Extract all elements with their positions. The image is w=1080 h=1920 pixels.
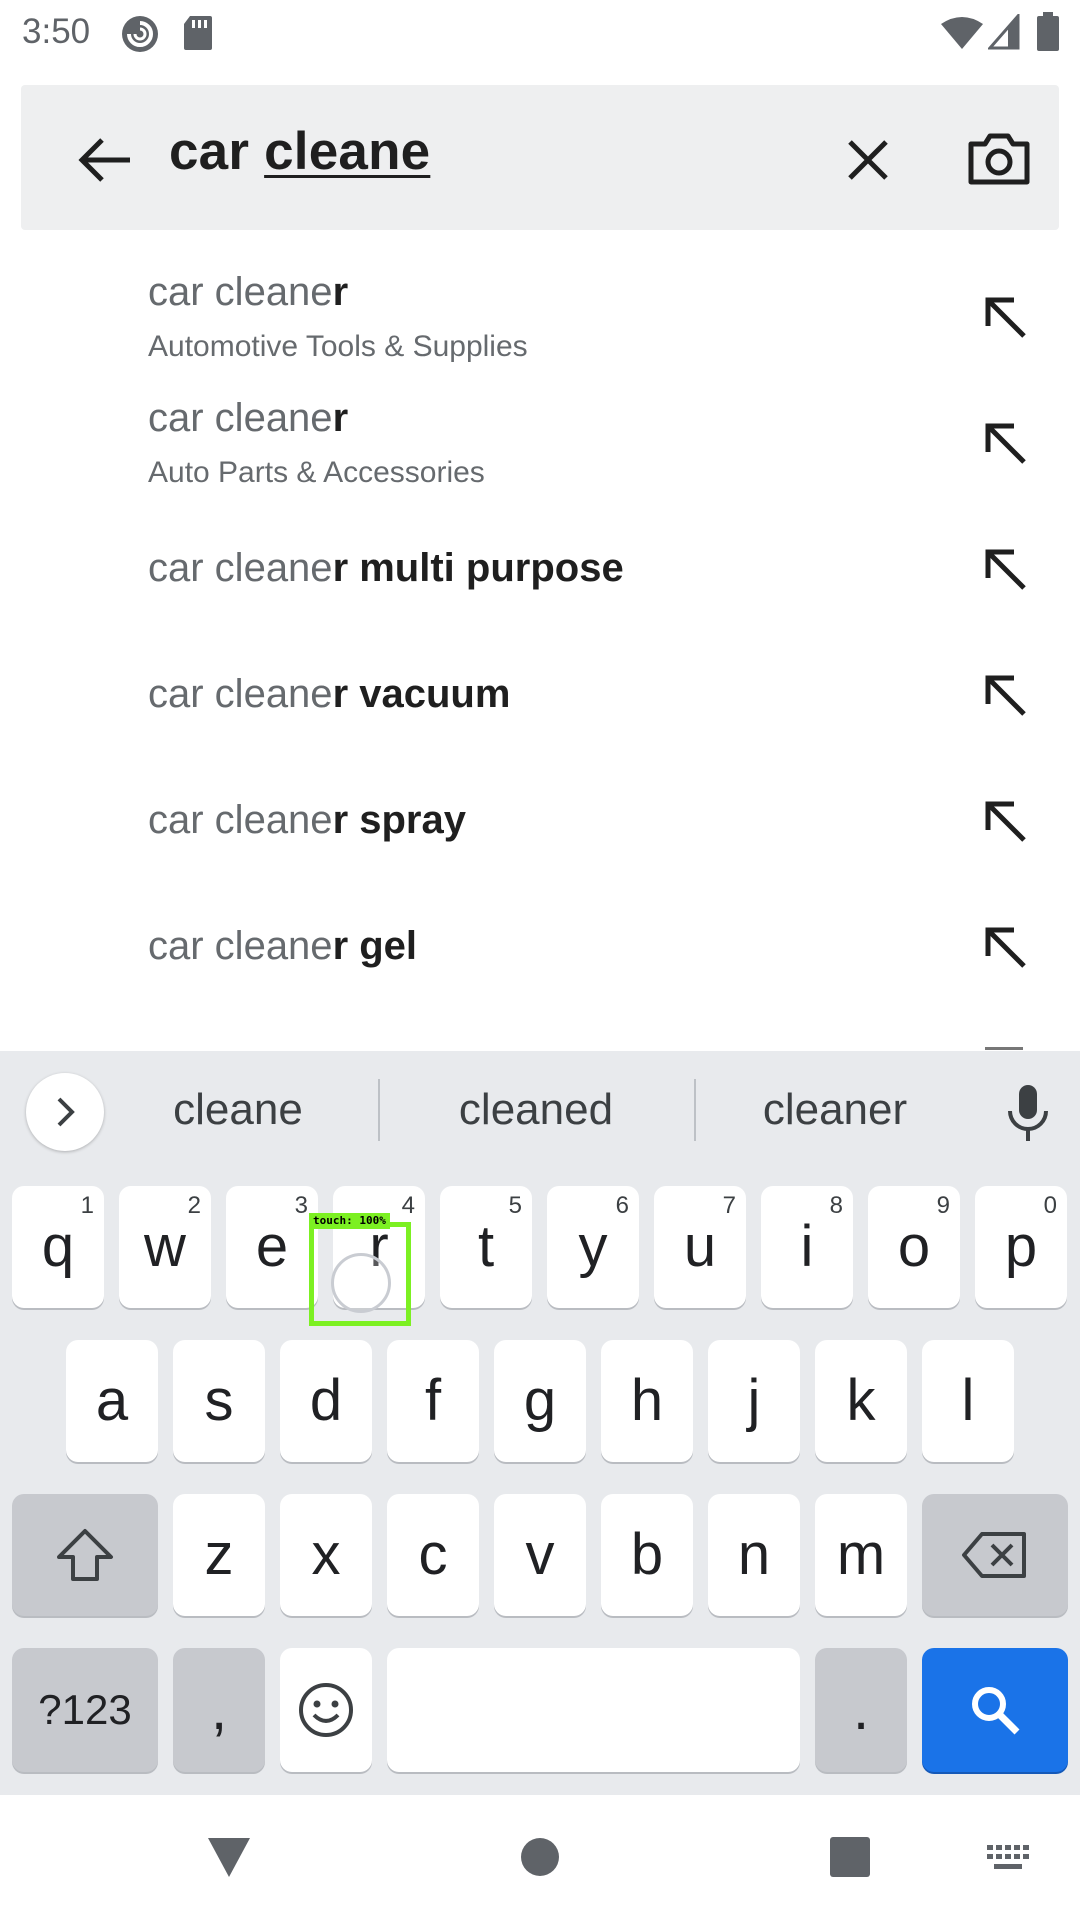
fill-query-arrow-icon[interactable] xyxy=(980,292,1032,344)
keyboard-suggestion-strip: cleane cleaned cleaner xyxy=(0,1051,1080,1171)
clear-icon xyxy=(848,140,888,180)
recents-nav-icon[interactable] xyxy=(830,1837,870,1877)
key-h[interactable]: h xyxy=(601,1340,693,1462)
fill-query-arrow-icon[interactable] xyxy=(980,544,1032,596)
search-input[interactable]: car cleane xyxy=(169,121,430,182)
key-g[interactable]: g xyxy=(494,1340,586,1462)
camera-icon xyxy=(968,133,1030,185)
key-b[interactable]: b xyxy=(601,1494,693,1616)
microphone-icon[interactable] xyxy=(1000,1083,1056,1143)
suggestion-text: car cleaner spray xyxy=(148,798,466,842)
key-j[interactable]: j xyxy=(708,1340,800,1462)
key-m[interactable]: m xyxy=(815,1494,907,1616)
strip-divider xyxy=(694,1079,696,1141)
suggestion-text: car cleaner multi purpose xyxy=(148,546,624,590)
shift-icon xyxy=(57,1529,113,1581)
key-d[interactable]: d xyxy=(280,1340,372,1462)
symbols-key[interactable]: ?123 xyxy=(12,1648,158,1772)
pocket-casts-icon xyxy=(122,16,158,52)
key-t[interactable]: 5t xyxy=(440,1186,532,1308)
key-k[interactable]: k xyxy=(815,1340,907,1462)
emoji-key[interactable] xyxy=(280,1648,372,1772)
search-query-prefix: car xyxy=(169,122,265,181)
shift-key[interactable] xyxy=(12,1494,158,1616)
key-e[interactable]: 3e xyxy=(226,1186,318,1308)
suggestion-item[interactable]: car cleaner multi purpose xyxy=(0,502,1080,628)
fill-query-arrow-icon[interactable] xyxy=(980,796,1032,848)
suggestion-text: car cleaner xyxy=(148,270,349,314)
fill-query-arrow-icon[interactable] xyxy=(980,670,1032,722)
key-i[interactable]: 8i xyxy=(761,1186,853,1308)
touch-label: touch: 100% xyxy=(309,1213,390,1229)
key-l[interactable]: l xyxy=(922,1340,1014,1462)
status-time: 3:50 xyxy=(22,12,91,51)
key-n[interactable]: n xyxy=(708,1494,800,1616)
period-key[interactable]: . xyxy=(815,1648,907,1772)
key-p[interactable]: 0p xyxy=(975,1186,1067,1308)
key-a[interactable]: a xyxy=(66,1340,158,1462)
suggestion-text: car cleaner xyxy=(148,396,349,440)
wifi-icon xyxy=(941,17,983,49)
search-query-composing: cleane xyxy=(264,122,431,181)
camera-search-button[interactable] xyxy=(959,121,1039,197)
suggestion-item[interactable]: car cleaner Auto Parts & Accessories xyxy=(0,376,1080,502)
suggestion-item[interactable]: car cleaner vacuum xyxy=(0,628,1080,754)
keyboard-switch-icon[interactable] xyxy=(986,1843,1030,1873)
expand-toolbar-button[interactable] xyxy=(26,1073,104,1151)
key-v[interactable]: v xyxy=(494,1494,586,1616)
suggestion-word-3[interactable]: cleaner xyxy=(730,1085,940,1135)
key-x[interactable]: x xyxy=(280,1494,372,1616)
navigation-bar xyxy=(0,1795,1080,1920)
suggestion-category: Automotive Tools & Supplies xyxy=(148,330,528,363)
key-c[interactable]: c xyxy=(387,1494,479,1616)
suggestion-text: car cleaner gel xyxy=(148,924,418,968)
suggestion-item[interactable]: car cleaner spray xyxy=(0,754,1080,880)
search-action-key[interactable] xyxy=(922,1648,1068,1772)
key-z[interactable]: z xyxy=(173,1494,265,1616)
sd-card-icon xyxy=(184,16,212,50)
key-w[interactable]: 2w xyxy=(119,1186,211,1308)
clipped-arrow-fragment xyxy=(985,1047,1023,1050)
emoji-icon xyxy=(299,1683,353,1737)
suggestion-word-2[interactable]: cleaned xyxy=(426,1085,646,1135)
key-y[interactable]: 6y xyxy=(547,1186,639,1308)
suggestion-list: car cleaner Automotive Tools & Supplies … xyxy=(0,250,1080,1050)
chevron-right-icon xyxy=(57,1097,75,1127)
touch-highlight-box xyxy=(309,1222,411,1326)
suggestion-item[interactable]: car cleaner Automotive Tools & Supplies xyxy=(0,250,1080,376)
back-nav-icon[interactable] xyxy=(206,1835,252,1879)
search-bar: car cleane xyxy=(21,85,1059,230)
suggestion-word-1[interactable]: cleane xyxy=(138,1085,338,1135)
space-bar[interactable] xyxy=(387,1648,800,1772)
backspace-icon xyxy=(962,1532,1026,1578)
fill-query-arrow-icon[interactable] xyxy=(980,418,1032,470)
key-q[interactable]: 1q xyxy=(12,1186,104,1308)
comma-key[interactable]: , xyxy=(173,1648,265,1772)
back-arrow-icon xyxy=(78,138,130,182)
suggestion-text: car cleaner vacuum xyxy=(148,672,511,716)
suggestion-category: Auto Parts & Accessories xyxy=(148,456,485,489)
backspace-key[interactable] xyxy=(922,1494,1068,1616)
cell-signal-icon xyxy=(988,14,1020,50)
key-s[interactable]: s xyxy=(173,1340,265,1462)
clear-search-button[interactable] xyxy=(833,125,903,195)
battery-icon xyxy=(1037,12,1059,51)
key-f[interactable]: f xyxy=(387,1340,479,1462)
search-icon xyxy=(972,1687,1020,1735)
key-o[interactable]: 9o xyxy=(868,1186,960,1308)
suggestion-item[interactable]: car cleaner gel xyxy=(0,880,1080,1006)
screen: 3:50 car cleane car cleaner Automotive T… xyxy=(0,0,1080,1920)
key-u[interactable]: 7u xyxy=(654,1186,746,1308)
back-button[interactable] xyxy=(69,125,139,195)
fill-query-arrow-icon[interactable] xyxy=(980,922,1032,974)
strip-divider xyxy=(378,1079,380,1141)
status-bar: 3:50 xyxy=(0,0,1080,64)
home-nav-icon[interactable] xyxy=(520,1837,560,1877)
